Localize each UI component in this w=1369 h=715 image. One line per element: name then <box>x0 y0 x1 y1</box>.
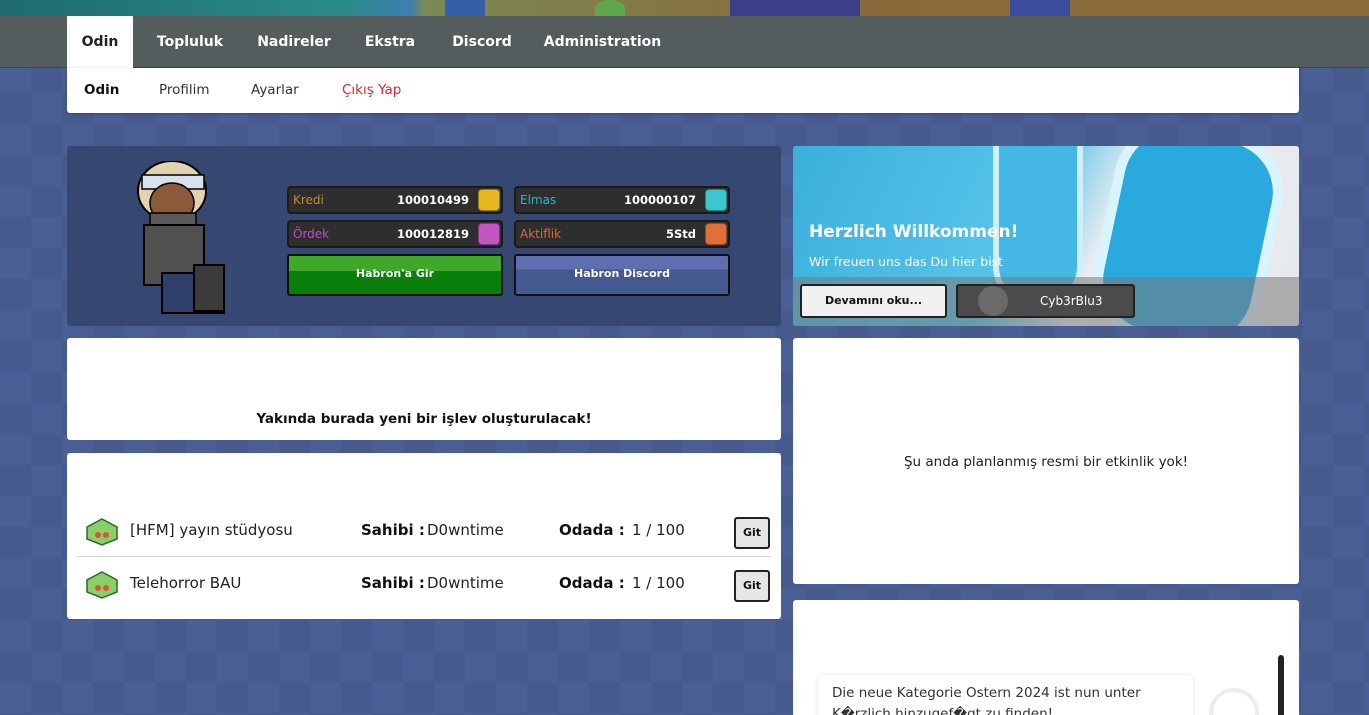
enter-hotel-button[interactable]: Habron'a Gir <box>287 254 503 296</box>
avatar <box>137 161 225 314</box>
stat-elmas: Elmas 100000107 <box>514 186 730 214</box>
banner-decoration <box>445 0 485 16</box>
duck-icon <box>478 223 500 245</box>
room-name: [HFM] yayın stüdyosu <box>130 521 293 539</box>
sub-nav-logout[interactable]: Çıkış Yap <box>342 68 401 113</box>
diamond-icon <box>705 189 727 211</box>
main-nav-administration[interactable]: Administration <box>540 16 665 68</box>
stat-elmas-label: Elmas <box>520 193 557 207</box>
events-card: Şu anda planlanmış resmi bir etkinlik yo… <box>793 338 1299 584</box>
coin-icon <box>478 189 500 211</box>
welcome-banner: Herzlich Willkommen! Wir freuen uns das … <box>793 146 1299 326</box>
room-count: 1 / 100 <box>632 574 685 592</box>
room-owner-label: Sahibi : <box>361 521 425 539</box>
news-scrollbar[interactable] <box>1278 655 1284 715</box>
sub-nav-odin[interactable]: Odin <box>84 68 119 113</box>
main-nav-nadireler[interactable]: Nadireler <box>250 16 338 68</box>
sub-nav-ayarlar[interactable]: Ayarlar <box>251 68 299 113</box>
room-name: Telehorror BAU <box>130 574 242 592</box>
room-go-button[interactable]: Git <box>734 570 770 602</box>
room-icon <box>86 518 118 546</box>
read-more-button[interactable]: Devamını oku... <box>800 284 947 318</box>
room-owner: D0wntime <box>427 521 504 539</box>
stat-kredi-label: Kredi <box>293 193 324 207</box>
room-owner-label: Sahibi : <box>361 574 425 592</box>
coming-soon-text: Yakında burada yeni bir işlev oluşturula… <box>256 411 592 427</box>
stat-aktiflik-value: 5Std <box>665 227 696 241</box>
stat-elmas-value: 100000107 <box>623 193 696 207</box>
loading-ring-icon <box>1209 688 1259 715</box>
room-go-button[interactable]: Git <box>734 517 770 549</box>
main-nav-odin[interactable]: Odin <box>67 16 133 68</box>
stat-ordek: Ördek 100012819 <box>287 220 503 248</box>
user-button[interactable]: Cyb3rBlu3 <box>956 284 1135 318</box>
main-nav-ekstra[interactable]: Ekstra <box>355 16 425 68</box>
room-row: [HFM] yayın stüdyosu Sahibi : D0wntime O… <box>77 505 771 557</box>
banner-decoration <box>595 0 625 16</box>
alarm-clock-icon <box>705 223 727 245</box>
news-card: Die neue Kategorie Ostern 2024 ist nun u… <box>793 600 1299 715</box>
main-nav-topluluk[interactable]: Topluluk <box>145 16 235 68</box>
stat-aktiflik: Aktiflik 5Std <box>514 220 730 248</box>
main-nav: Odin Topluluk Nadireler Ekstra Discord A… <box>0 16 1369 68</box>
stat-kredi: Kredi 100010499 <box>287 186 503 214</box>
room-owner: D0wntime <box>427 574 504 592</box>
stat-kredi-value: 100010499 <box>396 193 469 207</box>
room-row: Telehorror BAU Sahibi : D0wntime Odada :… <box>77 558 771 610</box>
events-message: Şu anda planlanmış resmi bir etkinlik yo… <box>903 454 1189 470</box>
news-item[interactable]: Die neue Kategorie Ostern 2024 ist nun u… <box>818 675 1193 715</box>
profile-panel: Kredi 100010499 Elmas 100000107 Ördek 10… <box>67 146 781 326</box>
welcome-title: Herzlich Willkommen! <box>809 222 1019 242</box>
main-nav-discord[interactable]: Discord <box>443 16 521 68</box>
coming-soon-card: Yakında burada yeni bir işlev oluşturula… <box>67 338 781 440</box>
room-count-label: Odada : <box>559 521 625 539</box>
welcome-subtitle: Wir freuen uns das Du hier bist <box>809 254 1004 269</box>
discord-button[interactable]: Habron Discord <box>514 254 730 296</box>
room-count-label: Odada : <box>559 574 625 592</box>
stat-ordek-value: 100012819 <box>396 227 469 241</box>
stat-aktiflik-label: Aktiflik <box>520 227 562 241</box>
room-count: 1 / 100 <box>632 521 685 539</box>
room-icon <box>86 571 118 599</box>
user-avatar-icon <box>978 286 1008 316</box>
banner-decoration <box>1010 0 1070 16</box>
sub-nav-profilim[interactable]: Profilim <box>159 68 210 113</box>
banner-decoration <box>730 0 860 16</box>
stat-ordek-label: Ördek <box>293 227 330 241</box>
user-name: Cyb3rBlu3 <box>1040 294 1103 308</box>
top-banner <box>0 0 1369 16</box>
rooms-card: [HFM] yayın stüdyosu Sahibi : D0wntime O… <box>67 453 781 619</box>
sub-nav: Odin Profilim Ayarlar Çıkış Yap <box>67 68 1299 113</box>
